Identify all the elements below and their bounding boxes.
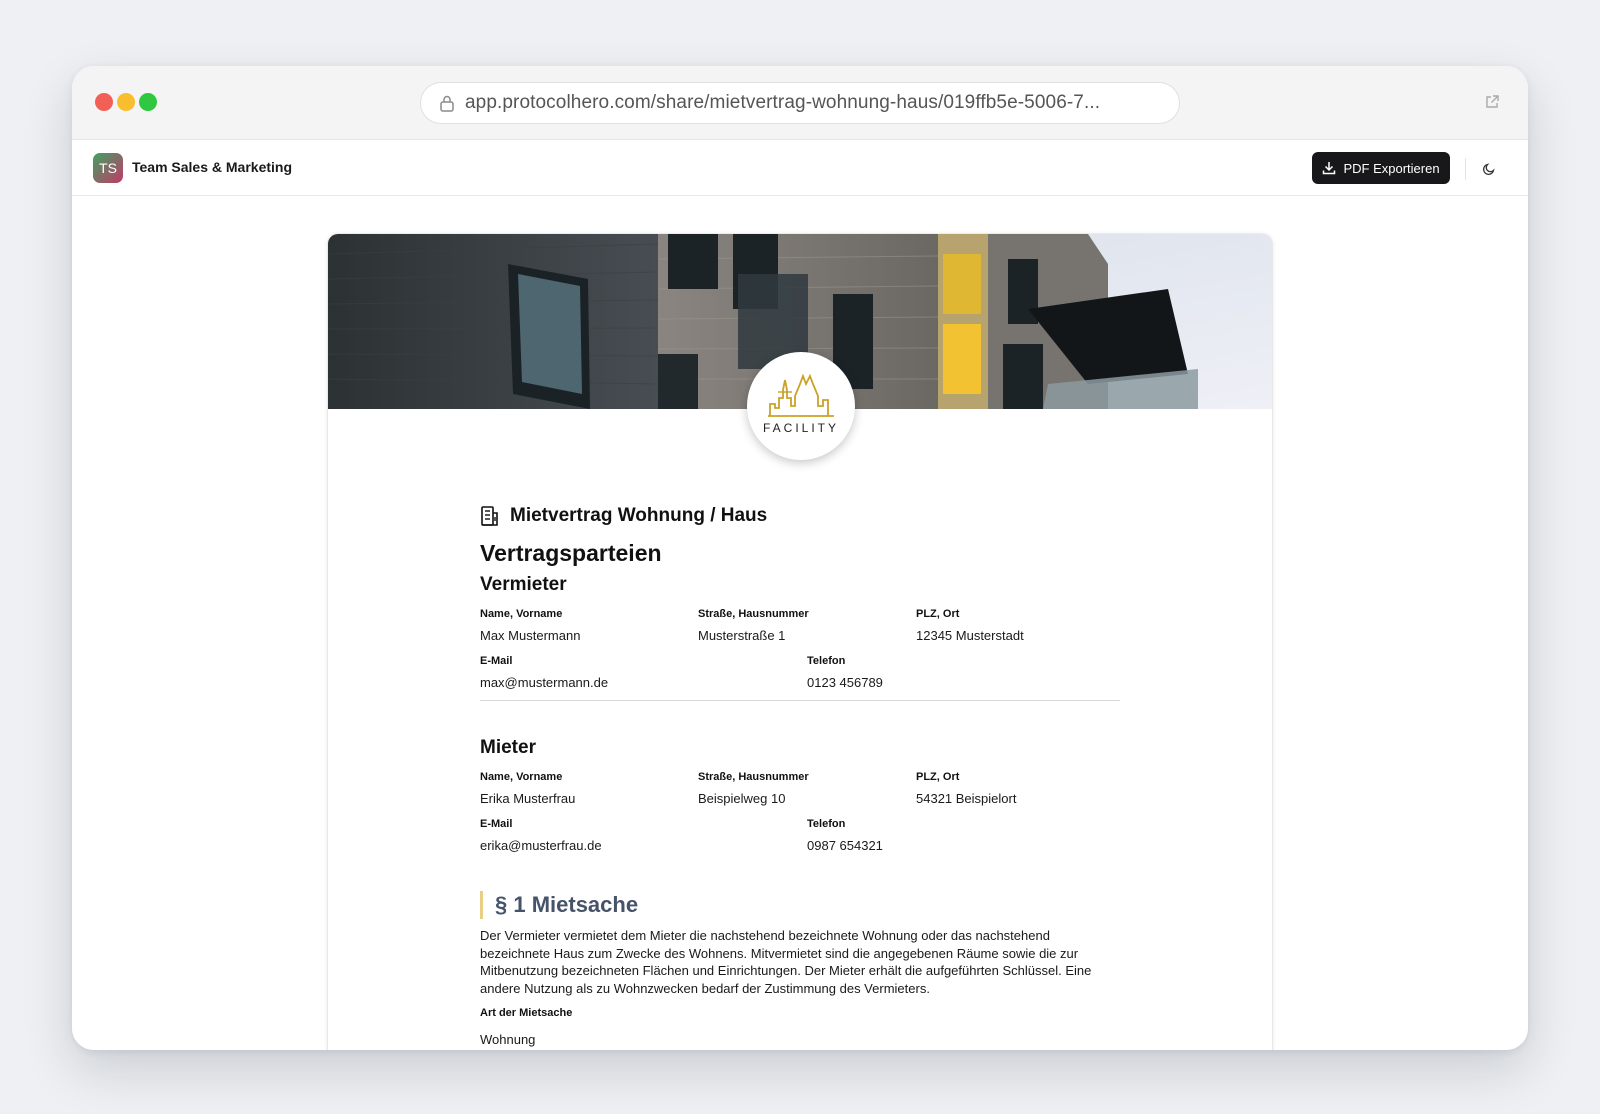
landlord-name-value: Max Mustermann — [480, 628, 581, 643]
header-divider — [1465, 158, 1466, 180]
document-title-row: Mietvertrag Wohnung / Haus — [480, 504, 1120, 528]
tenant-city-value: 54321 Beispielort — [916, 791, 1017, 806]
address-bar[interactable]: app.protocolhero.com/share/mietvertrag-w… — [420, 82, 1180, 124]
parties-heading: Vertragsparteien — [480, 540, 662, 566]
lock-icon — [440, 95, 454, 112]
external-link-icon[interactable] — [1484, 94, 1500, 110]
landlord-city-label: PLZ, Ort — [916, 608, 960, 620]
maximize-window-button[interactable] — [139, 93, 157, 111]
city-skyline-icon — [768, 373, 834, 417]
minimize-window-button[interactable] — [117, 93, 135, 111]
section-1-title: § 1 Mietsache — [495, 892, 639, 917]
landlord-street-value: Musterstraße 1 — [698, 628, 786, 643]
property-type-value: Wohnung — [480, 1032, 536, 1047]
download-icon — [1323, 162, 1336, 175]
page-content: FACILITY Mietvertrag Wohnung / Haus Vert… — [72, 196, 1528, 1050]
landlord-email-label: E-Mail — [480, 655, 513, 667]
team-name[interactable]: Team Sales & Marketing — [132, 159, 292, 175]
pdf-export-button[interactable]: PDF Exportieren — [1312, 152, 1450, 184]
landlord-contact-grid: E-Mail max@mustermann.de Telefon 0123 45… — [480, 655, 1120, 690]
document-title: Mietvertrag Wohnung / Haus — [510, 505, 768, 526]
tenant-name-label: Name, Vorname — [480, 771, 563, 783]
tenant-street-value: Beispielweg 10 — [698, 791, 786, 806]
tenant-email-label: E-Mail — [480, 818, 513, 830]
tenant-heading: Mieter — [480, 737, 536, 758]
property-type-label: Art der Mietsache — [480, 1007, 573, 1019]
section-1-text: Der Vermieter vermietet dem Mieter die n… — [480, 928, 1092, 996]
landlord-city-value: 12345 Musterstadt — [916, 628, 1024, 643]
tenant-contact-grid: E-Mail erika@musterfrau.de Telefon 0987 … — [480, 818, 1120, 853]
tenant-address-grid: Name, Vorname Erika Musterfrau Straße, H… — [480, 771, 1120, 806]
landlord-name-label: Name, Vorname — [480, 608, 563, 620]
document-card: FACILITY Mietvertrag Wohnung / Haus Vert… — [328, 234, 1272, 1050]
app-header: TS Team Sales & Marketing PDF Exportiere… — [72, 140, 1528, 196]
company-logo: FACILITY — [747, 352, 855, 460]
browser-chrome: app.protocolhero.com/share/mietvertrag-w… — [72, 66, 1528, 140]
tenant-phone-label: Telefon — [807, 818, 846, 830]
tenant-email-value: erika@musterfrau.de — [480, 838, 602, 853]
document-body: Mietvertrag Wohnung / Haus Vertragsparte… — [480, 504, 1120, 1047]
landlord-phone-label: Telefon — [807, 655, 846, 667]
section-accent-bar — [480, 891, 483, 919]
tenant-city-label: PLZ, Ort — [916, 771, 960, 783]
logo-wordmark: FACILITY — [762, 420, 839, 435]
landlord-heading: Vermieter — [480, 574, 567, 595]
tenant-street-label: Straße, Hausnummer — [698, 771, 809, 783]
close-window-button[interactable] — [95, 93, 113, 111]
pdf-export-label: PDF Exportieren — [1343, 160, 1440, 176]
tenant-name-value: Erika Musterfrau — [480, 791, 576, 806]
browser-window: app.protocolhero.com/share/mietvertrag-w… — [72, 66, 1528, 1050]
team-avatar[interactable]: TS — [93, 153, 123, 183]
landlord-street-label: Straße, Hausnummer — [698, 608, 809, 620]
url-text: app.protocolhero.com/share/mietvertrag-w… — [465, 92, 1101, 113]
section-1-heading: § 1 Mietsache — [480, 891, 1120, 919]
landlord-phone-value: 0123 456789 — [807, 675, 883, 690]
moon-icon[interactable] — [1482, 162, 1496, 176]
building-icon — [481, 506, 498, 526]
landlord-email-value: max@mustermann.de — [480, 675, 609, 690]
landlord-address-grid: Name, Vorname Max Mustermann Straße, Hau… — [480, 608, 1120, 643]
tenant-phone-value: 0987 654321 — [807, 838, 883, 853]
section-divider — [480, 700, 1120, 701]
